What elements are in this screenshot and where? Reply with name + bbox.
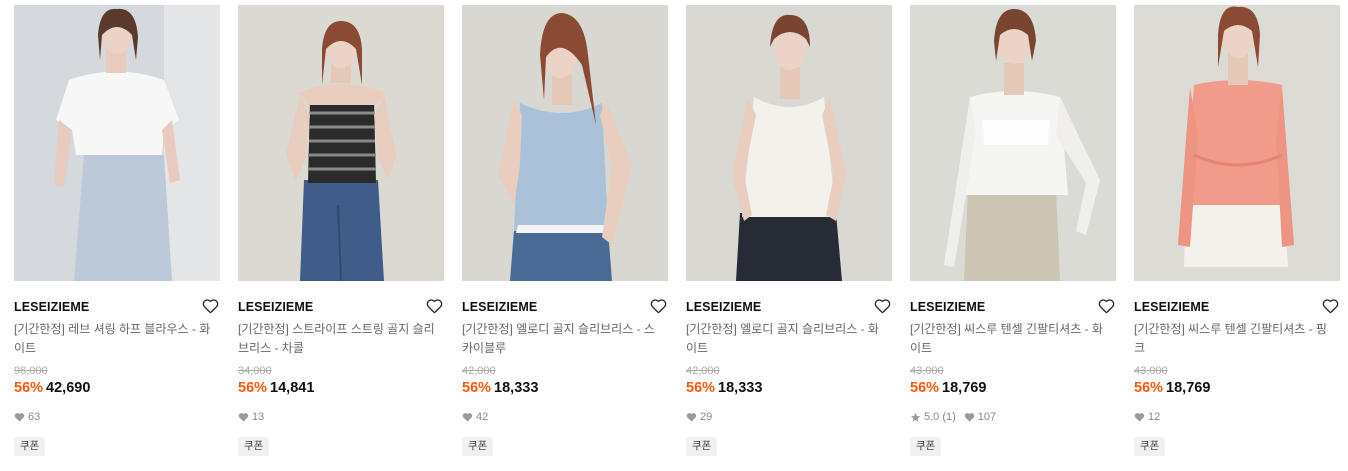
coupon-badge: 쿠폰 [910, 437, 942, 456]
sale-price: 18,769 [942, 380, 987, 396]
product-name[interactable]: [기간한정] 엘로디 골지 슬리브리스 - 스카이블루 [462, 320, 662, 358]
product-card[interactable]: LESEIZIEME [기간한정] 엘로디 골지 슬리브리스 - 스카이블루 4… [462, 5, 668, 456]
original-price: 43,000 [910, 365, 944, 377]
coupon-badge: 쿠폰 [462, 437, 494, 456]
original-price: 42,000 [462, 365, 496, 377]
sale-price: 42,690 [46, 380, 91, 396]
product-name[interactable]: [기간한정] 씨스루 텐셀 긴팔티셔츠 - 핑크 [1134, 320, 1334, 358]
product-card[interactable]: LESEIZIEME [기간한정] 스트라이프 스트링 골지 슬리브리스 - 차… [238, 5, 444, 456]
star-icon [910, 412, 921, 422]
product-meta: 29 [686, 410, 892, 424]
discount-rate: 56% [14, 380, 44, 396]
coupon-badge: 쿠폰 [14, 437, 46, 456]
product-card[interactable]: LESEIZIEME [기간한정] 엘로디 골지 슬리브리스 - 화이트 42,… [686, 5, 892, 456]
wishlist-heart-icon[interactable] [1322, 298, 1339, 314]
price-row: 56% 18,769 [1134, 379, 1340, 397]
price-row: 56% 42,690 [14, 379, 220, 397]
like-count: 12 [1148, 411, 1161, 423]
product-image[interactable] [14, 5, 220, 281]
product-meta: 5.0 (1) 107 [910, 410, 1116, 424]
like-count: 63 [28, 411, 41, 423]
product-name[interactable]: [기간한정] 엘로디 골지 슬리브리스 - 화이트 [686, 320, 886, 358]
product-image[interactable] [686, 5, 892, 281]
original-price: 34,000 [238, 365, 272, 377]
product-meta: 42 [462, 410, 668, 424]
product-image[interactable] [1134, 5, 1340, 281]
coupon-badge: 쿠폰 [238, 437, 270, 456]
price-row: 56% 18,333 [686, 379, 892, 397]
like-count: 13 [252, 411, 265, 423]
product-grid: LESEIZIEME [기간한정] 레브 셔링 하프 블라우스 - 화이트 98… [0, 0, 1348, 471]
wishlist-heart-icon[interactable] [650, 298, 667, 314]
product-card[interactable]: LESEIZIEME [기간한정] 레브 셔링 하프 블라우스 - 화이트 98… [14, 5, 220, 456]
discount-rate: 56% [1134, 380, 1164, 396]
brand-name[interactable]: LESEIZIEME [1134, 300, 1209, 314]
original-price: 43,000 [1134, 365, 1168, 377]
product-name[interactable]: [기간한정] 스트라이프 스트링 골지 슬리브리스 - 차콜 [238, 320, 438, 358]
price-row: 56% 18,769 [910, 379, 1116, 397]
brand-name[interactable]: LESEIZIEME [462, 300, 537, 314]
heart-filled-icon [14, 413, 25, 422]
product-meta: 63 [14, 410, 220, 424]
brand-name[interactable]: LESEIZIEME [910, 300, 985, 314]
product-meta: 13 [238, 410, 444, 424]
like-count: 29 [700, 411, 713, 423]
heart-filled-icon [1134, 413, 1145, 422]
discount-rate: 56% [910, 380, 940, 396]
brand-name[interactable]: LESEIZIEME [238, 300, 313, 314]
product-name[interactable]: [기간한정] 씨스루 텐셀 긴팔티셔츠 - 화이트 [910, 320, 1110, 358]
heart-filled-icon [964, 413, 975, 422]
product-card[interactable]: LESEIZIEME [기간한정] 씨스루 텐셀 긴팔티셔츠 - 화이트 43,… [910, 5, 1116, 456]
original-price: 98,000 [14, 365, 48, 377]
discount-rate: 56% [686, 380, 716, 396]
sale-price: 18,333 [718, 380, 763, 396]
coupon-badge: 쿠폰 [1134, 437, 1166, 456]
product-name[interactable]: [기간한정] 레브 셔링 하프 블라우스 - 화이트 [14, 320, 214, 358]
sale-price: 18,769 [1166, 380, 1211, 396]
price-row: 56% 18,333 [462, 379, 668, 397]
coupon-badge: 쿠폰 [686, 437, 718, 456]
discount-rate: 56% [238, 380, 268, 396]
product-image[interactable] [462, 5, 668, 281]
product-image[interactable] [238, 5, 444, 281]
like-count: 42 [476, 411, 489, 423]
wishlist-heart-icon[interactable] [1098, 298, 1115, 314]
product-meta: 12 [1134, 410, 1340, 424]
discount-rate: 56% [462, 380, 492, 396]
heart-filled-icon [238, 413, 249, 422]
brand-name[interactable]: LESEIZIEME [686, 300, 761, 314]
heart-filled-icon [462, 413, 473, 422]
wishlist-heart-icon[interactable] [874, 298, 891, 314]
wishlist-heart-icon[interactable] [202, 298, 219, 314]
rating-score: 5.0 (1) [924, 411, 956, 423]
original-price: 42,000 [686, 365, 720, 377]
sale-price: 14,841 [270, 380, 315, 396]
product-card[interactable]: LESEIZIEME [기간한정] 씨스루 텐셀 긴팔티셔츠 - 핑크 43,0… [1134, 5, 1340, 456]
sale-price: 18,333 [494, 380, 539, 396]
price-row: 56% 14,841 [238, 379, 444, 397]
heart-filled-icon [686, 413, 697, 422]
product-image[interactable] [910, 5, 1116, 281]
like-count: 107 [977, 411, 997, 423]
wishlist-heart-icon[interactable] [426, 298, 443, 314]
brand-name[interactable]: LESEIZIEME [14, 300, 89, 314]
